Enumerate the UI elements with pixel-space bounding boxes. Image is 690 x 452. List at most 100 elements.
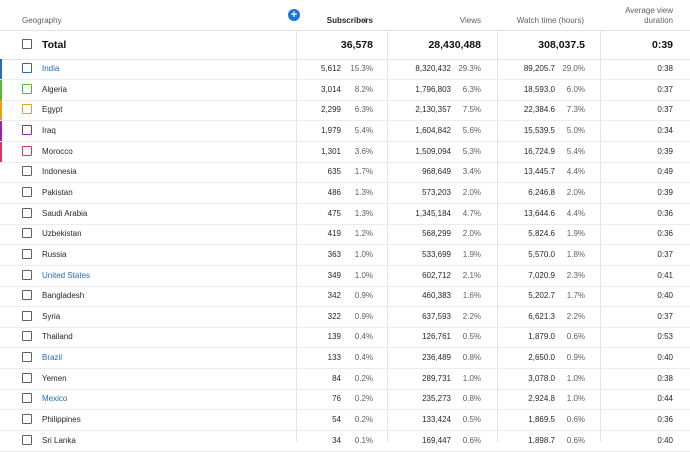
table-row[interactable]: Saudi Arabia 475 1.3% 1,345,184 4.7% 13,644.6… <box>0 204 690 225</box>
subscribers-percent: 0.4% <box>354 332 373 342</box>
country-name[interactable]: Mexico <box>42 394 67 403</box>
subscribers-value: 486 <box>327 187 341 197</box>
table-row[interactable]: Uzbekistan 419 1.2% 568,299 2.0% 5,824.6 1.9% 0… <box>0 224 690 246</box>
watch-time-percent: 1.7% <box>566 291 585 301</box>
country-name: Thailand <box>42 332 73 342</box>
add-metric-icon[interactable]: + <box>288 9 300 21</box>
country-name: Algeria <box>42 84 67 94</box>
views-percent: 2.2% <box>462 311 481 321</box>
header-avg-view-duration[interactable]: Average view duration <box>602 6 673 26</box>
country-name: Pakistan <box>42 187 73 197</box>
watch-time-percent: 5.4% <box>566 146 585 156</box>
watch-time-value: 18,593.0 <box>523 84 555 94</box>
row-checkbox[interactable] <box>22 63 32 73</box>
views-value: 533,699 <box>422 249 451 259</box>
views-value: 1,345,184 <box>415 208 451 218</box>
watch-time-value: 1,879.0 <box>528 332 555 342</box>
views-value: 573,203 <box>422 187 451 197</box>
row-checkbox[interactable] <box>22 393 32 404</box>
header-avg-line2: duration <box>644 16 673 25</box>
subscribers-value: 34 <box>332 435 341 445</box>
subscribers-percent: 1.3% <box>354 187 373 197</box>
table-row[interactable]: Iraq 1,979 5.4% 1,604,842 5.6% 15,539.5 5.0% 0:… <box>0 120 690 142</box>
table-row[interactable]: Syria 322 0.9% 637,593 2.2% 6,621.3 2.2% 0:37 <box>0 307 690 328</box>
row-checkbox[interactable] <box>22 352 32 363</box>
subscribers-percent: 0.2% <box>354 394 373 404</box>
total-label: Total <box>42 39 67 51</box>
avg-duration-value: 0:39 <box>657 146 673 156</box>
row-checkbox[interactable] <box>22 166 32 177</box>
country-name: Uzbekistan <box>42 229 82 239</box>
subscribers-value: 1,979 <box>320 125 341 135</box>
row-checkbox[interactable] <box>22 124 32 135</box>
views-value: 1,509,094 <box>415 146 451 156</box>
table-row[interactable]: Yemen 84 0.2% 289,731 1.0% 3,078.0 1.0% 0:38 <box>0 369 690 390</box>
row-checkbox[interactable] <box>22 372 32 383</box>
series-color-bar <box>0 100 2 121</box>
views-percent: 0.8% <box>462 353 481 363</box>
row-checkbox[interactable] <box>22 145 32 156</box>
sort-descending-icon[interactable]: ↓ <box>363 14 368 24</box>
table-row[interactable]: Pakistan 486 1.3% 573,203 2.0% 6,246.8 2.0% 0:3… <box>0 183 690 204</box>
header-geography[interactable]: Geography <box>22 16 62 25</box>
table-row[interactable]: Sri Lanka 34 0.1% 169,447 0.6% 1,898.7 0.6% 0:4… <box>0 431 690 452</box>
table-header: Geography + Subscribers ↓ Views Watch ti… <box>0 0 690 31</box>
watch-time-percent: 6.0% <box>566 84 585 94</box>
table-row[interactable]: Algeria 3,014 8.2% 1,796,803 6.3% 18,593.0 6.0… <box>0 79 690 101</box>
views-value: 236,489 <box>422 353 451 363</box>
country-name[interactable]: India <box>42 64 59 73</box>
subscribers-value: 349 <box>327 270 341 280</box>
views-percent: 4.7% <box>462 208 481 218</box>
views-percent: 0.5% <box>462 415 481 425</box>
country-name: Syria <box>42 311 61 321</box>
avg-duration-value: 0:34 <box>657 125 673 135</box>
row-checkbox[interactable] <box>22 269 32 280</box>
views-value: 289,731 <box>422 373 451 383</box>
table-row[interactable]: Mexico 76 0.2% 235,273 0.8% 2,924.8 1.0% 0:44 <box>0 389 690 411</box>
row-checkbox[interactable] <box>22 228 32 239</box>
watch-time-percent: 2.0% <box>566 187 585 197</box>
row-checkbox[interactable] <box>22 310 32 321</box>
avg-duration-value: 0:36 <box>657 415 673 425</box>
table-row[interactable]: Philippines 54 0.2% 133,424 0.5% 1,869.5 0.6% 0… <box>0 410 690 432</box>
series-color-bar <box>0 79 2 100</box>
watch-time-value: 13,445.7 <box>523 167 555 177</box>
table-row[interactable]: India 5,612 15.3% 8,320,432 29.3% 89,205.7 29.… <box>0 59 690 80</box>
country-name: Russia <box>42 249 67 259</box>
views-value: 1,604,842 <box>415 125 451 135</box>
views-percent: 29.3% <box>458 64 481 73</box>
select-all-checkbox[interactable] <box>22 39 32 49</box>
watch-time-percent: 2.3% <box>566 270 585 280</box>
row-checkbox[interactable] <box>22 104 32 115</box>
table-row[interactable]: Indonesia 635 1.7% 968,649 3.4% 13,445.7 4.4% 0… <box>0 162 690 184</box>
header-watch-time[interactable]: Watch time (hours) <box>500 16 584 25</box>
table-row[interactable]: Morocco 1,301 3.6% 1,509,094 5.3% 16,724.9 5.4… <box>0 141 690 163</box>
row-checkbox[interactable] <box>22 434 32 445</box>
row-checkbox[interactable] <box>22 186 32 197</box>
views-percent: 1.9% <box>462 249 481 259</box>
header-avg-line1: Average view <box>625 6 673 15</box>
watch-time-value: 89,205.7 <box>523 64 555 73</box>
row-checkbox[interactable] <box>22 83 32 94</box>
avg-duration-value: 0:39 <box>657 187 673 197</box>
row-checkbox[interactable] <box>22 414 32 425</box>
table-row[interactable]: Egypt 2,299 6.3% 2,130,357 7.5% 22,384.6 7.3% 0… <box>0 100 690 122</box>
table-row[interactable]: United States 349 1.0% 602,712 2.1% 7,020.9 2.… <box>0 266 690 287</box>
subscribers-value: 1,301 <box>320 146 341 156</box>
table-row[interactable]: Brazil 133 0.4% 236,489 0.8% 2,650.0 0.9% 0:40 <box>0 348 690 370</box>
views-percent: 2.0% <box>462 187 481 197</box>
table-row[interactable]: Bangladesh 342 0.9% 460,383 1.6% 5,202.7 1.7% 0… <box>0 286 690 308</box>
table-row[interactable]: Thailand 139 0.4% 126,761 0.5% 1,879.0 0.6% 0:5… <box>0 327 690 349</box>
total-avg-duration: 0:39 <box>651 39 673 51</box>
row-checkbox[interactable] <box>22 290 32 301</box>
row-checkbox[interactable] <box>22 331 32 342</box>
country-name[interactable]: United States <box>42 271 90 280</box>
row-checkbox[interactable] <box>22 248 32 259</box>
table-row[interactable]: Russia 363 1.0% 533,699 1.9% 5,570.0 1.8% 0:37 <box>0 245 690 266</box>
header-views[interactable]: Views <box>390 16 481 25</box>
views-value: 126,761 <box>422 332 451 342</box>
views-value: 602,712 <box>422 270 451 280</box>
country-name[interactable]: Brazil <box>42 353 62 362</box>
watch-time-value: 5,202.7 <box>528 291 555 301</box>
row-checkbox[interactable] <box>22 207 32 218</box>
